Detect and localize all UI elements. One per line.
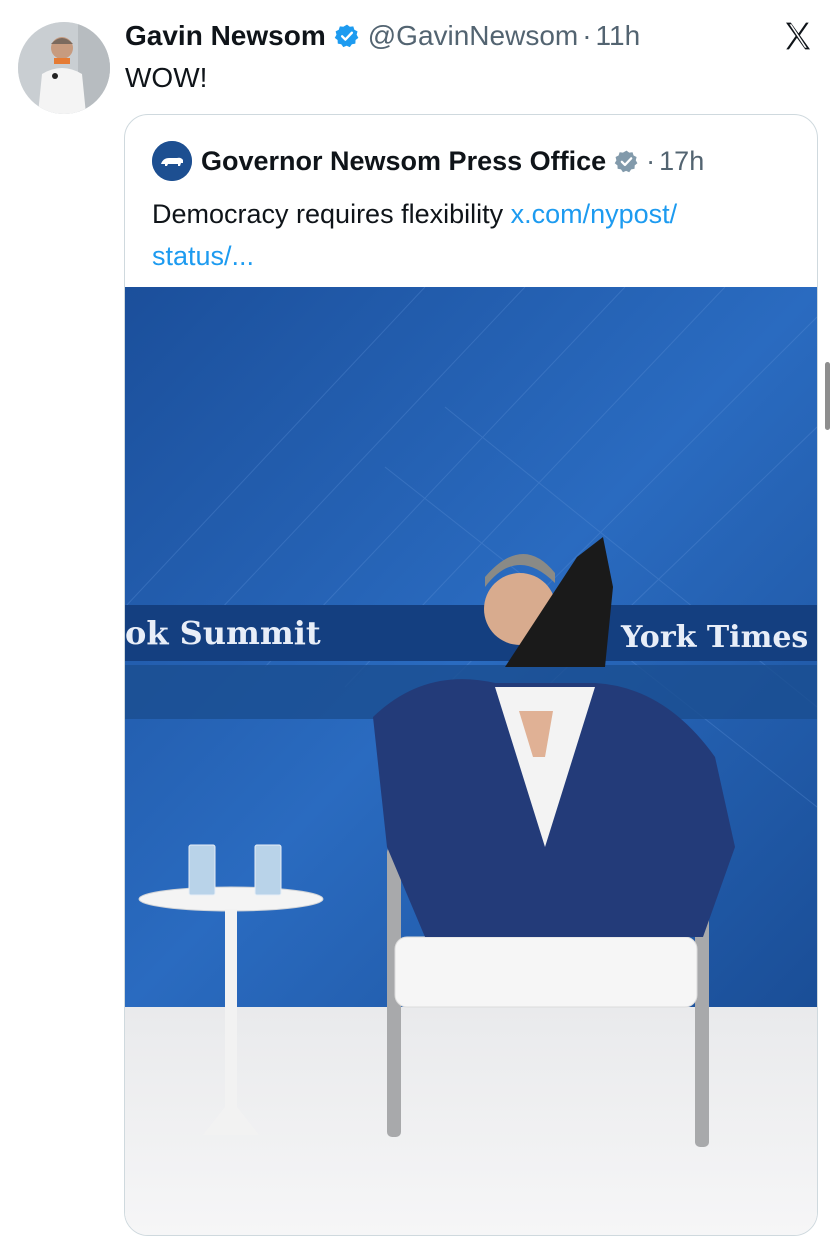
author-avatar[interactable] [18,22,110,114]
quoted-link-part1[interactable]: x.com/nypost/ [511,199,678,229]
author-handle[interactable]: @GavinNewsom [368,20,578,52]
quoted-link-part2[interactable]: status/... [152,241,254,271]
verified-gray-badge-icon [614,150,638,172]
tweet-timestamp[interactable]: 11h [596,20,641,52]
quoted-author-avatar[interactable] [152,141,192,181]
bear-icon [152,141,192,181]
avatar-photo [18,22,110,114]
quoted-tweet-header: Governor Newsom Press Office · 17h [152,141,704,181]
quoted-tweet-card[interactable]: Governor Newsom Press Office · 17h Democ… [124,114,818,1236]
banner-left-text: ok Summit [125,614,321,652]
quoted-author-name[interactable]: Governor Newsom Press Office [201,146,606,177]
quoted-timestamp[interactable]: 17h [659,146,704,177]
quoted-text-body: Democracy requires flexibility [152,199,511,229]
tweet-text: WOW! [125,62,208,93]
tweet-header: Gavin Newsom @GavinNewsom · 11h [125,18,640,54]
quoted-separator-dot: · [646,145,656,176]
x-logo-icon[interactable] [781,20,815,52]
verified-badge-icon [334,24,359,48]
separator-dot: · [582,20,592,51]
banner-right-text: York Times [620,620,808,655]
quoted-tweet-text: Democracy requires flexibility x.com/nyp… [152,193,792,277]
author-name[interactable]: Gavin Newsom [125,20,326,52]
quoted-tweet-photo[interactable]: ok Summit York Times [125,287,817,1236]
scrollbar[interactable] [825,362,830,430]
